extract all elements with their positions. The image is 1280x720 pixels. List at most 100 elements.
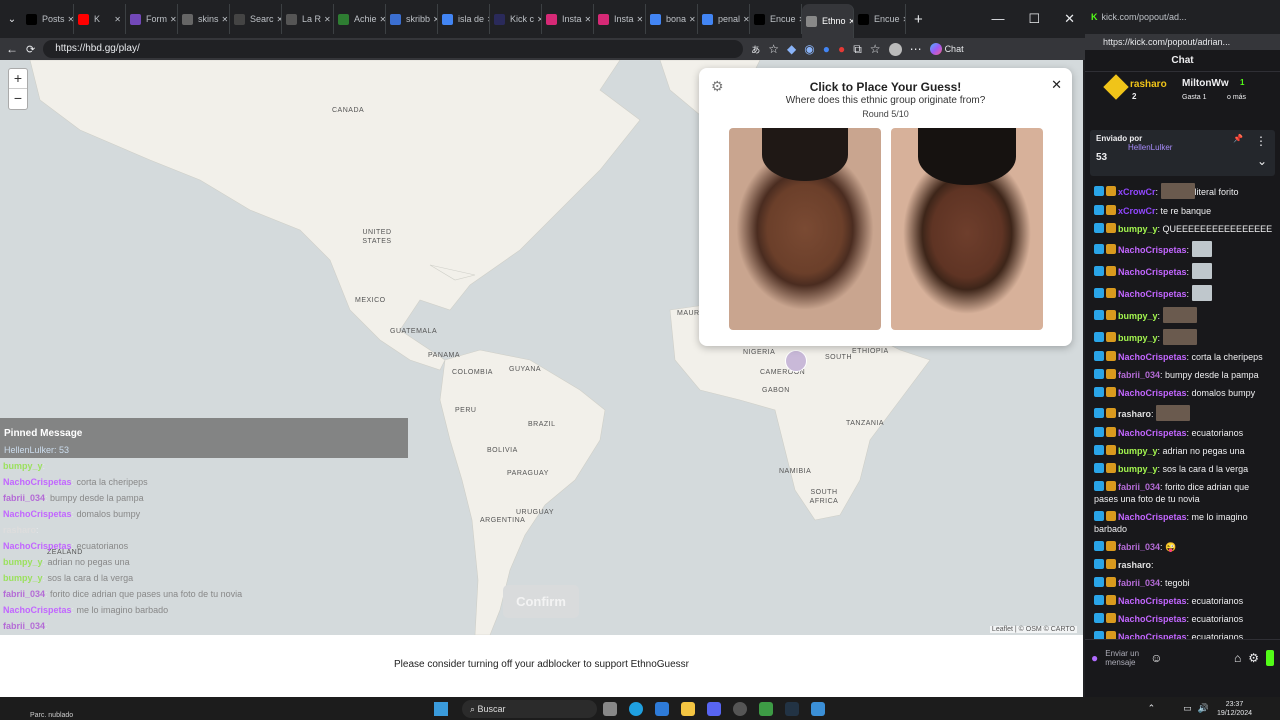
tab-8[interactable]: isla de✕ xyxy=(438,4,490,34)
tab-13[interactable]: penal ✕ xyxy=(698,4,750,34)
task-view-icon[interactable] xyxy=(603,701,617,716)
extension-icon[interactable]: ● xyxy=(838,42,845,56)
back-icon[interactable]: ← xyxy=(6,42,18,56)
chat-username[interactable]: xCrowCr xyxy=(1118,187,1156,197)
chat-username[interactable]: fabrii_034 xyxy=(1118,370,1160,380)
chat-url-bar[interactable]: https://kick.com/popout/adrian... xyxy=(1085,34,1280,50)
network-icon[interactable]: ▭ xyxy=(1183,703,1192,714)
tab-10[interactable]: Insta ✕ xyxy=(542,4,594,34)
chat-username[interactable]: bumpy_y xyxy=(1118,224,1158,234)
tab-close-icon[interactable]: ✕ xyxy=(689,15,696,24)
pinned-more-icon[interactable]: ⋮ xyxy=(1255,134,1267,148)
chat-username[interactable]: rasharo xyxy=(1118,409,1151,419)
chat-username[interactable]: NachoCrispetas xyxy=(1118,352,1187,362)
bookmark-star-icon[interactable]: ☆ xyxy=(768,42,779,56)
tab-14[interactable]: Encue✕ xyxy=(750,4,802,34)
pinned-expand-chevron-icon[interactable]: ⌄ xyxy=(1257,154,1267,168)
chat-username[interactable]: fabrii_034 xyxy=(1118,482,1160,492)
send-button[interactable] xyxy=(1266,649,1274,666)
tab-close-icon[interactable]: ✕ xyxy=(743,15,749,24)
chat-username[interactable]: fabrii_034 xyxy=(1118,578,1160,588)
store-icon[interactable] xyxy=(655,701,669,716)
chat-username[interactable]: NachoCrispetas xyxy=(1118,428,1187,438)
tab-11[interactable]: Insta ✕ xyxy=(594,4,646,34)
tab-close-icon[interactable]: ✕ xyxy=(222,15,229,24)
edge-icon[interactable] xyxy=(629,701,643,716)
media-app-icon[interactable] xyxy=(759,701,773,716)
steam-icon[interactable] xyxy=(785,701,799,716)
tab-0[interactable]: Posts ✕ xyxy=(22,4,74,34)
tab-search-chevron-icon[interactable]: ⌄ xyxy=(2,14,22,25)
extension-icon[interactable]: ◆ xyxy=(787,42,796,56)
tab-12[interactable]: bona ✕ xyxy=(646,4,698,34)
tab-6[interactable]: Achie ✕ xyxy=(334,4,386,34)
tab-close-icon[interactable]: ✕ xyxy=(637,15,644,24)
chat-username[interactable]: NachoCrispetas xyxy=(1118,388,1187,398)
tab-15[interactable]: Ethno✕ xyxy=(802,4,854,38)
tab-close-icon[interactable]: ✕ xyxy=(903,15,905,24)
tab-2[interactable]: Form ✕ xyxy=(126,4,178,34)
address-bar[interactable]: https://hbd.gg/play/ xyxy=(43,40,744,58)
extension-icon[interactable]: ◉ xyxy=(804,42,814,56)
gift-icon[interactable]: ⌂ xyxy=(1234,651,1241,665)
tray-chevron-icon[interactable]: ⌃ xyxy=(1148,703,1156,714)
close-window-icon[interactable]: ✕ xyxy=(1064,11,1075,27)
tab-9[interactable]: Kick c✕ xyxy=(490,4,542,34)
tab-4[interactable]: Searc✕ xyxy=(230,4,282,34)
taskbar-search-box[interactable]: ⌕ Buscar xyxy=(462,699,597,718)
chat-username[interactable]: bumpy_y xyxy=(1118,464,1158,474)
chat-username[interactable]: bumpy_y xyxy=(1118,311,1158,321)
tab-close-icon[interactable]: ✕ xyxy=(585,15,592,24)
reload-icon[interactable]: ⟳ xyxy=(26,43,35,56)
volume-icon[interactable]: 🔊 xyxy=(1198,703,1209,714)
chat-username[interactable]: NachoCrispetas xyxy=(1118,267,1187,277)
extension-icon[interactable]: ● xyxy=(823,42,830,56)
pinned-user[interactable]: HellenLulker xyxy=(1128,143,1269,152)
second-gifter-name[interactable]: MiltonWw xyxy=(1182,78,1229,89)
chat-input[interactable]: Enviar un mensaje xyxy=(1105,649,1143,667)
tab-16[interactable]: Encue✕ xyxy=(854,4,906,34)
discord-icon[interactable] xyxy=(707,701,721,716)
profile-avatar[interactable] xyxy=(888,42,902,56)
maximize-icon[interactable]: ☐ xyxy=(1028,11,1040,27)
file-explorer-icon[interactable] xyxy=(681,701,695,716)
chat-username[interactable]: NachoCrispetas xyxy=(1118,632,1187,639)
tab-1[interactable]: K ✕ xyxy=(74,4,126,34)
confirm-button[interactable]: Confirm xyxy=(503,585,579,618)
pin-icon[interactable]: 📌 xyxy=(1233,134,1243,143)
tab-5[interactable]: La R ✕ xyxy=(282,4,334,34)
minimize-icon[interactable]: — xyxy=(991,11,1004,27)
settings-icon[interactable]: ⚙ xyxy=(1248,651,1259,665)
chat-username[interactable]: fabrii_034 xyxy=(1118,542,1160,552)
emote-picker-icon[interactable]: ☺ xyxy=(1150,651,1162,665)
chat-username[interactable]: NachoCrispetas xyxy=(1118,614,1187,624)
chat-username[interactable]: NachoCrispetas xyxy=(1118,596,1187,606)
chat-username[interactable]: bumpy_y xyxy=(1118,333,1158,343)
chat-username[interactable]: NachoCrispetas xyxy=(1118,512,1187,522)
top-gifter-name[interactable]: rasharo xyxy=(1130,79,1167,90)
app-icon[interactable] xyxy=(733,701,747,716)
extensions-puzzle-icon[interactable]: ⧉ xyxy=(853,42,862,57)
tab-3[interactable]: skins ✕ xyxy=(178,4,230,34)
tab-close-icon[interactable]: ✕ xyxy=(324,15,331,24)
chat-username[interactable]: rasharo xyxy=(1118,560,1151,570)
tab-7[interactable]: skribb✕ xyxy=(386,4,438,34)
emote-icon[interactable]: ● xyxy=(1091,651,1098,665)
translate-icon[interactable]: あ xyxy=(751,43,760,56)
chat-username[interactable]: NachoCrispetas xyxy=(1118,289,1187,299)
windows-start-icon[interactable] xyxy=(434,701,448,716)
chat-username[interactable]: bumpy_y xyxy=(1118,446,1158,456)
menu-dots-icon[interactable]: ⋯ xyxy=(910,42,922,56)
zoom-out-button[interactable]: − xyxy=(9,89,27,109)
zoom-in-button[interactable]: + xyxy=(9,69,27,89)
notes-app-icon[interactable] xyxy=(811,701,825,716)
favorites-icon[interactable]: ☆ xyxy=(870,42,881,56)
tab-close-icon[interactable]: ✕ xyxy=(114,15,121,24)
chat-username[interactable]: xCrowCr xyxy=(1118,206,1156,216)
copilot-chat-button[interactable]: Chat xyxy=(929,43,964,55)
new-tab-button[interactable]: + xyxy=(914,11,923,28)
tab-close-icon[interactable]: ✕ xyxy=(170,15,177,24)
chat-username[interactable]: NachoCrispetas xyxy=(1118,245,1187,255)
world-map[interactable]: CANADA UNITED STATES MEXICO GUATEMALA PANAMA… xyxy=(0,60,1083,635)
taskbar-clock[interactable]: 23:37 19/12/2024 xyxy=(1217,700,1252,718)
